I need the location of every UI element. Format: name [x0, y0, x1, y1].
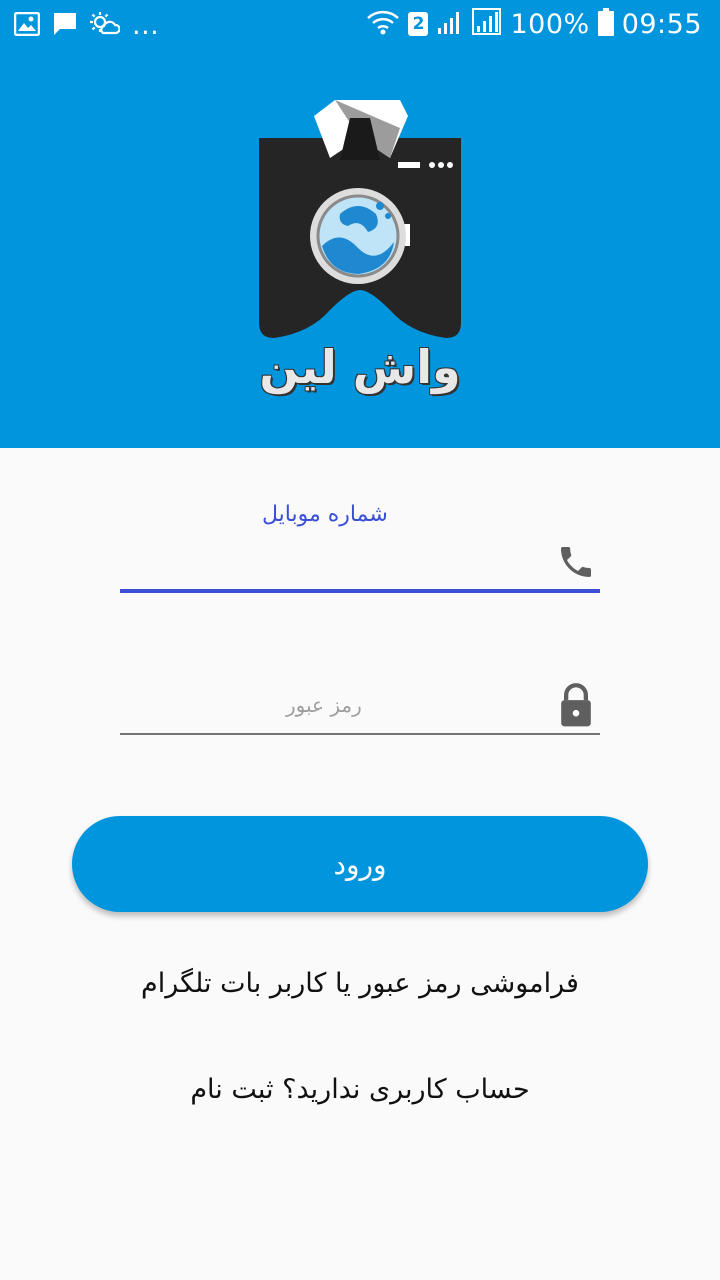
mobile-label: شماره موبایل — [262, 502, 388, 527]
forgot-password-link[interactable]: فراموشی رمز عبور یا کاربر بات تلگرام — [0, 968, 720, 999]
signup-link[interactable]: حساب کاربری ندارید؟ ثبت نام — [0, 1074, 720, 1105]
phone-icon — [556, 542, 596, 582]
app-header: ... 2 100% 09:55 واش لین — [0, 0, 720, 448]
wifi-icon — [366, 8, 400, 40]
weather-icon — [90, 11, 121, 41]
sim-badge: 2 — [408, 12, 429, 36]
status-overflow: ... — [132, 10, 160, 41]
mobile-input[interactable] — [120, 589, 600, 593]
lock-icon — [556, 682, 596, 728]
system-status: 2 100% 09:55 — [366, 8, 702, 40]
clock: 09:55 — [621, 8, 702, 40]
password-input-placeholder[interactable]: رمز عبور — [286, 693, 362, 717]
battery-icon — [597, 8, 614, 40]
message-icon — [52, 11, 78, 41]
status-bar: ... 2 100% 09:55 — [0, 0, 720, 52]
login-button[interactable]: ورود — [72, 816, 648, 912]
signal-full-icon — [472, 8, 502, 40]
password-input[interactable] — [120, 733, 600, 735]
notification-icons: ... — [13, 10, 160, 41]
app-logo-text: واش لین — [259, 340, 461, 394]
battery-percent: 100% — [510, 8, 590, 40]
signal-icon — [436, 8, 464, 40]
image-icon — [13, 11, 41, 40]
